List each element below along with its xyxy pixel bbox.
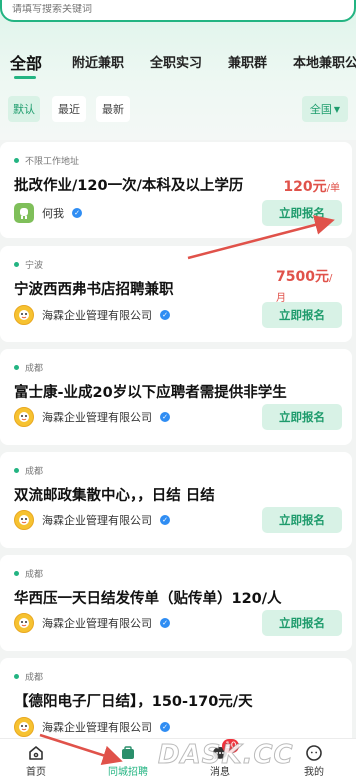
verified-icon: ✓ (160, 310, 170, 320)
verified-icon: ✓ (160, 412, 170, 422)
search-bar[interactable] (0, 0, 356, 22)
location-dot-icon (14, 158, 19, 163)
tab-part-time-group[interactable]: 兼职群 (228, 52, 267, 71)
verified-icon: ✓ (160, 515, 170, 525)
job-title: 批改作业/120一次/本科及以上学历 (14, 178, 244, 194)
job-salary: 120元/单 (283, 179, 340, 195)
chevron-down-icon: ▼ (333, 104, 341, 114)
tab-all[interactable]: 全部 (10, 50, 42, 74)
job-card[interactable]: 成都 华西压一天日结发传单（贴传单）120/人 海霖企业管理有限公司 ✓ 立即报… (0, 555, 352, 651)
tabbar-home[interactable]: 首页 (6, 743, 66, 777)
company-avatar (14, 203, 34, 223)
apply-button[interactable]: 立即报名 (262, 302, 342, 328)
job-card[interactable]: 宁波 宁波西西弗书店招聘兼职 7500元/月 海霖企业管理有限公司 ✓ 立即报名 (0, 246, 352, 342)
job-company: 海霖企业管理有限公司 ✓ (14, 407, 170, 427)
job-location: 成都 (14, 670, 43, 683)
job-company: 何我 ✓ (14, 203, 82, 223)
job-location: 不限工作地址 (14, 154, 79, 167)
job-card[interactable]: 成都 富士康-业成20岁以下应聘者需提供非学生 海霖企业管理有限公司 ✓ 立即报… (0, 349, 352, 445)
tab-full-time-internship[interactable]: 全职实习 (150, 52, 202, 71)
company-avatar (14, 717, 34, 737)
company-avatar (14, 613, 34, 633)
job-title: 双流邮政集散中心，，日结 日结 (14, 488, 215, 504)
job-location: 宁波 (14, 258, 43, 271)
job-card[interactable]: 成都 双流邮政集散中心，，日结 日结 海霖企业管理有限公司 ✓ 立即报名 (0, 452, 352, 548)
location-filter[interactable]: 全国 ▼ (302, 96, 348, 122)
job-title: 【德阳电子厂日结】，150-170元/天 (14, 694, 253, 710)
category-tabs: 全部 附近兼职 全职实习 兼职群 本地兼职公 (0, 50, 356, 84)
tab-nearby-part-time[interactable]: 附近兼职 (72, 52, 124, 71)
job-title: 宁波西西弗书店招聘兼职 (14, 282, 174, 298)
tabbar-recruit[interactable]: 同城招聘 (98, 743, 158, 777)
company-avatar (14, 407, 34, 427)
filter-default[interactable]: 默认 (8, 96, 40, 122)
job-company: 海霖企业管理有限公司 ✓ (14, 510, 170, 530)
location-dot-icon (14, 468, 19, 473)
job-card[interactable]: 成都 【德阳电子厂日结】，150-170元/天 海霖企业管理有限公司 ✓ (0, 658, 352, 748)
job-company: 海霖企业管理有限公司 ✓ (14, 305, 170, 325)
apply-button[interactable]: 立即报名 (262, 404, 342, 430)
location-dot-icon (14, 571, 19, 576)
job-title: 富士康-业成20岁以下应聘者需提供非学生 (14, 385, 287, 401)
company-avatar (14, 305, 34, 325)
job-location: 成都 (14, 464, 43, 477)
apply-button[interactable]: 立即报名 (262, 507, 342, 533)
tab-local-part-time[interactable]: 本地兼职公 (293, 52, 356, 71)
location-filter-label: 全国 (309, 103, 332, 116)
verified-icon: ✓ (160, 618, 170, 628)
apply-button[interactable]: 立即报名 (262, 610, 342, 636)
job-title: 华西压一天日结发传单（贴传单）120/人 (14, 591, 282, 607)
verified-icon: ✓ (72, 208, 82, 218)
watermark: DASK.CC (158, 740, 294, 771)
verified-icon: ✓ (160, 722, 170, 732)
filter-newest[interactable]: 最新 (96, 96, 130, 122)
profile-icon (304, 743, 324, 763)
job-card[interactable]: 不限工作地址 批改作业/120一次/本科及以上学历 120元/单 何我 ✓ 立即… (0, 142, 352, 238)
filter-recent[interactable]: 最近 (52, 96, 86, 122)
location-dot-icon (14, 365, 19, 370)
briefcase-icon (118, 743, 138, 763)
job-company: 海霖企业管理有限公司 ✓ (14, 717, 170, 737)
apply-button[interactable]: 立即报名 (262, 200, 342, 226)
search-input[interactable] (12, 3, 354, 15)
location-dot-icon (14, 262, 19, 267)
home-icon (26, 743, 46, 763)
job-company: 海霖企业管理有限公司 ✓ (14, 613, 170, 633)
location-dot-icon (14, 674, 19, 679)
tab-active-indicator (14, 76, 36, 79)
job-location: 成都 (14, 567, 43, 580)
job-location: 成都 (14, 361, 43, 374)
company-avatar (14, 510, 34, 530)
